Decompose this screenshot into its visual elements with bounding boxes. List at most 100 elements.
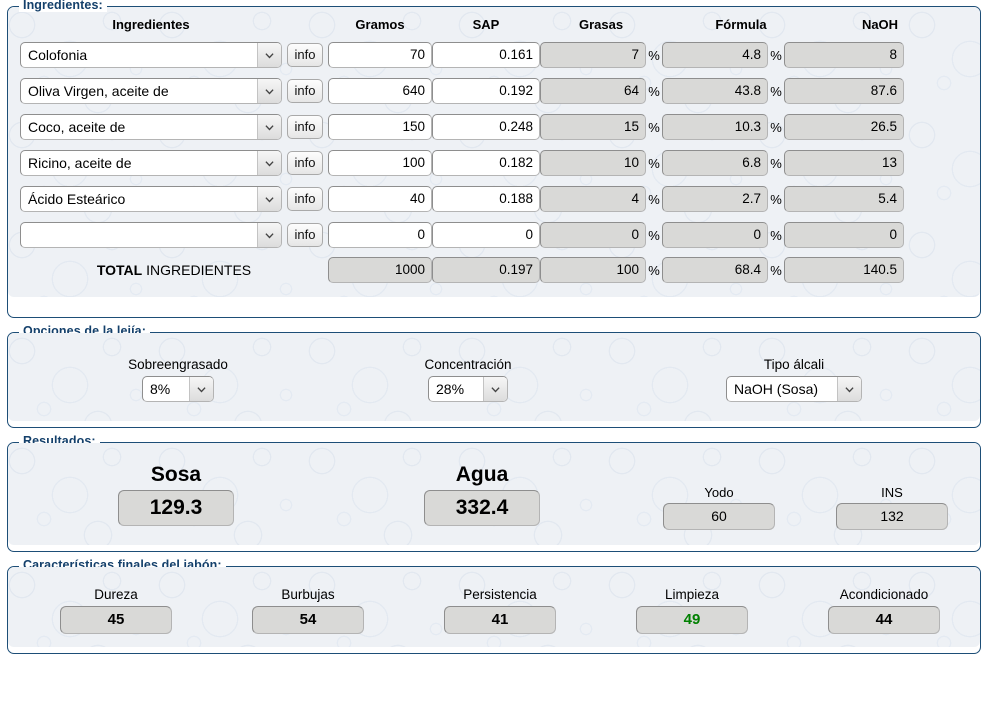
caracteristica-label: Limpieza	[664, 587, 720, 602]
formula-value: 43.8	[662, 78, 768, 104]
resultado-value: 332.4	[424, 490, 540, 526]
info-button[interactable]: info	[287, 115, 323, 139]
gramos-input[interactable]: 0	[328, 222, 432, 248]
resultado-value: 60	[663, 503, 775, 530]
lejia-option-select-arrow[interactable]	[189, 377, 213, 401]
gramos-input[interactable]: 640	[328, 78, 432, 104]
sap-input[interactable]: 0.182	[432, 150, 540, 176]
caracteristica-item: Acondicionado 44	[828, 587, 940, 634]
lejia-option: Sobreengrasado 8%	[118, 357, 238, 405]
formula-value: 0	[662, 222, 768, 248]
percent-symbol: %	[770, 47, 782, 63]
ingrediente-select[interactable]: Colofonia	[20, 42, 282, 68]
gramos-input[interactable]: 40	[328, 186, 432, 212]
lejia-option-select[interactable]: 28%	[428, 376, 508, 402]
ingrediente-select-arrow[interactable]	[257, 115, 281, 139]
percent-symbol: %	[648, 83, 660, 99]
naoh-value: 87.6	[784, 78, 904, 104]
chevron-down-icon	[265, 196, 274, 202]
chevron-down-icon	[197, 386, 206, 392]
ingrediente-select-arrow[interactable]	[257, 151, 281, 175]
resultado-value: 132	[836, 503, 948, 530]
ingredientes-panel: Ingredientes: Ingredientes Gramos SAP Gr…	[7, 0, 981, 318]
caracteristica-value: 41	[444, 606, 556, 634]
caracteristica-label: Persistencia	[463, 587, 537, 602]
ingrediente-select[interactable]: Oliva Virgen, aceite de	[20, 78, 282, 104]
ingredientes-legend: Ingredientes:	[19, 0, 107, 12]
percent-symbol: %	[770, 262, 782, 278]
caracteristica-label: Acondicionado	[839, 587, 929, 602]
percent-symbol: %	[648, 227, 660, 243]
ingrediente-select-value: Coco, aceite de	[28, 119, 126, 135]
caracteristica-item: Burbujas 54	[252, 587, 364, 634]
caracteristica-item: Limpieza 49	[636, 587, 748, 634]
ingrediente-select-arrow[interactable]	[257, 223, 281, 247]
grasas-value: 7	[540, 42, 646, 68]
sap-input[interactable]: 0.188	[432, 186, 540, 212]
sap-input[interactable]: 0.248	[432, 114, 540, 140]
resultado-item: Yodo 60	[663, 485, 775, 530]
column-header-ingredientes: Ingredientes	[112, 16, 190, 32]
lejia-option-label: Tipo álcali	[763, 357, 825, 372]
lejia-option-select[interactable]: 8%	[142, 376, 214, 402]
chevron-down-icon	[265, 232, 274, 238]
chevron-down-icon	[265, 88, 274, 94]
ingrediente-select[interactable]: Coco, aceite de	[20, 114, 282, 140]
lejia-option-value: NaOH (Sosa)	[734, 381, 819, 397]
ingrediente-select-value: Oliva Virgen, aceite de	[28, 83, 169, 99]
info-button[interactable]: info	[287, 43, 323, 67]
column-header-grasas: Grasas	[578, 16, 624, 32]
lejia-option-value: 28%	[436, 381, 465, 397]
total-gramos: 1000	[328, 257, 432, 283]
lejia-body: Sobreengrasado 8% Concentración 28% Tipo álc…	[8, 333, 980, 421]
chevron-down-icon	[265, 52, 274, 58]
percent-symbol: %	[770, 83, 782, 99]
info-button[interactable]: info	[287, 151, 323, 175]
grasas-value: 15	[540, 114, 646, 140]
gramos-input[interactable]: 70	[328, 42, 432, 68]
sap-input[interactable]: 0.161	[432, 42, 540, 68]
chevron-down-icon	[265, 160, 274, 166]
formula-value: 6.8	[662, 150, 768, 176]
info-button[interactable]: info	[287, 223, 323, 247]
resultados-body: Sosa 129.3 Agua 332.4 Yodo 60 INS 132	[8, 443, 980, 545]
ingrediente-select[interactable]: Ácido Esteárico	[20, 186, 282, 212]
gramos-input[interactable]: 150	[328, 114, 432, 140]
grasas-value: 0	[540, 222, 646, 248]
total-label-strong: TOTAL	[96, 262, 143, 278]
total-grasas: 100	[540, 257, 646, 283]
ingrediente-select[interactable]: Ricino, aceite de	[20, 150, 282, 176]
ingredientes-total-row: TOTAL INGREDIENTES 1000 0.197 100 % 68.4…	[8, 253, 980, 287]
lejia-option: Tipo álcali NaOH (Sosa)	[714, 357, 874, 405]
info-button[interactable]: info	[287, 79, 323, 103]
resultado-label: INS	[881, 485, 903, 500]
percent-symbol: %	[648, 155, 660, 171]
ingrediente-row: Colofonia info 70 0.161 7% 4.8% 8	[8, 37, 980, 73]
formula-value: 10.3	[662, 114, 768, 140]
formula-value: 2.7	[662, 186, 768, 212]
percent-symbol: %	[648, 262, 660, 278]
ingrediente-select-arrow[interactable]	[257, 187, 281, 211]
total-sap: 0.197	[432, 257, 540, 283]
chevron-down-icon	[491, 386, 500, 392]
lejia-option-select-arrow[interactable]	[837, 377, 861, 401]
ingrediente-select[interactable]	[20, 222, 282, 248]
lejia-option-label: Sobreengrasado	[128, 357, 228, 372]
ingrediente-select-arrow[interactable]	[257, 79, 281, 103]
resultado-value: 129.3	[118, 490, 234, 526]
ingredientes-body: Ingredientes Gramos SAP Grasas Fórmula N…	[8, 7, 980, 297]
naoh-value: 13	[784, 150, 904, 176]
gramos-input[interactable]: 100	[328, 150, 432, 176]
ingrediente-select-value: Ácido Esteárico	[28, 191, 126, 207]
sap-input[interactable]: 0	[432, 222, 540, 248]
lejia-option-select-arrow[interactable]	[483, 377, 507, 401]
percent-symbol: %	[770, 155, 782, 171]
ingrediente-select-value: Ricino, aceite de	[28, 155, 132, 171]
ingrediente-select-arrow[interactable]	[257, 43, 281, 67]
caracteristica-value: 54	[252, 606, 364, 634]
info-button[interactable]: info	[287, 187, 323, 211]
lejia-option-select[interactable]: NaOH (Sosa)	[726, 376, 862, 402]
resultado-label: Agua	[455, 463, 509, 486]
sap-input[interactable]: 0.192	[432, 78, 540, 104]
ingredientes-header-row: Ingredientes Gramos SAP Grasas Fórmula N…	[8, 11, 980, 37]
